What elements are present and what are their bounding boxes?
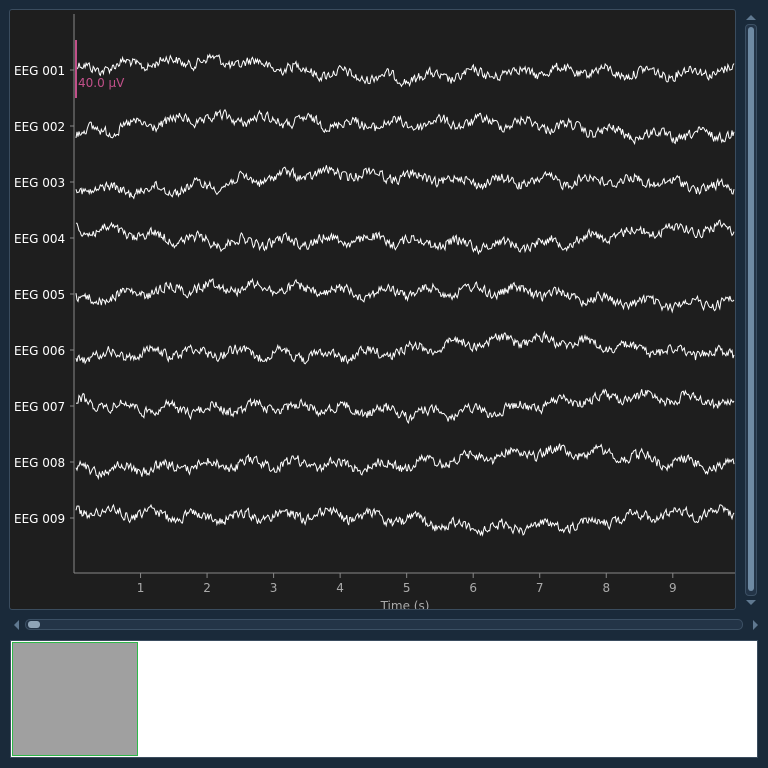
channel-label[interactable]: EEG 002 (14, 120, 65, 134)
overview-view-window[interactable] (12, 642, 138, 756)
channel-label[interactable]: EEG 005 (14, 288, 65, 302)
channel-label[interactable]: EEG 003 (14, 176, 65, 190)
channel-label[interactable]: EEG 007 (14, 400, 65, 414)
x-tick-label: 8 (602, 581, 610, 595)
horizontal-scroll-track[interactable] (25, 619, 743, 630)
horizontal-scroll-thumb[interactable] (28, 621, 40, 628)
scroll-down-arrow-icon[interactable] (746, 600, 756, 605)
scroll-up-arrow-icon[interactable] (746, 15, 756, 20)
x-tick-label: 4 (336, 581, 344, 595)
channel-label[interactable]: EEG 006 (14, 344, 65, 358)
horizontal-scrollbar[interactable] (12, 617, 760, 633)
channel-label[interactable]: EEG 009 (14, 512, 65, 526)
scale-bar-label: 40.0 µV (78, 76, 125, 90)
eeg-trace (75, 108, 735, 146)
eeg-trace (75, 330, 735, 365)
scroll-left-arrow-icon[interactable] (14, 620, 19, 630)
eeg-trace (75, 388, 735, 425)
eeg-trace (75, 443, 735, 481)
channel-label[interactable]: EEG 008 (14, 456, 65, 470)
x-tick-label: 9 (669, 581, 677, 595)
eeg-trace (75, 503, 735, 537)
eeg-trace (75, 277, 735, 314)
x-tick-label: 5 (403, 581, 411, 595)
channel-label[interactable]: EEG 004 (14, 232, 65, 246)
eeg-plot-area[interactable]: 1 2 3 4 5 6 7 8 9 Time (s) EEG 001 EEG 002 EEG 003 EE… (9, 9, 736, 610)
scroll-right-arrow-icon[interactable] (753, 620, 758, 630)
channel-label[interactable]: EEG 001 (14, 64, 65, 78)
x-tick-label: 1 (137, 581, 145, 595)
eeg-trace (75, 219, 735, 256)
x-axis-label: Time (s) (380, 599, 430, 610)
x-tick-label: 6 (469, 581, 477, 595)
vertical-scroll-thumb[interactable] (748, 27, 754, 591)
eeg-traces-chart[interactable]: 1 2 3 4 5 6 7 8 9 Time (s) EEG 001 EEG 002 EEG 003 EE… (10, 10, 736, 610)
eeg-trace (75, 165, 735, 200)
vertical-scroll-track[interactable] (745, 24, 757, 596)
x-tick-label: 3 (270, 581, 278, 595)
vertical-scrollbar[interactable] (741, 12, 761, 608)
x-tick-label: 7 (536, 581, 544, 595)
overview-bar[interactable] (10, 640, 758, 758)
eeg-trace (75, 53, 735, 88)
x-tick-label: 2 (203, 581, 211, 595)
